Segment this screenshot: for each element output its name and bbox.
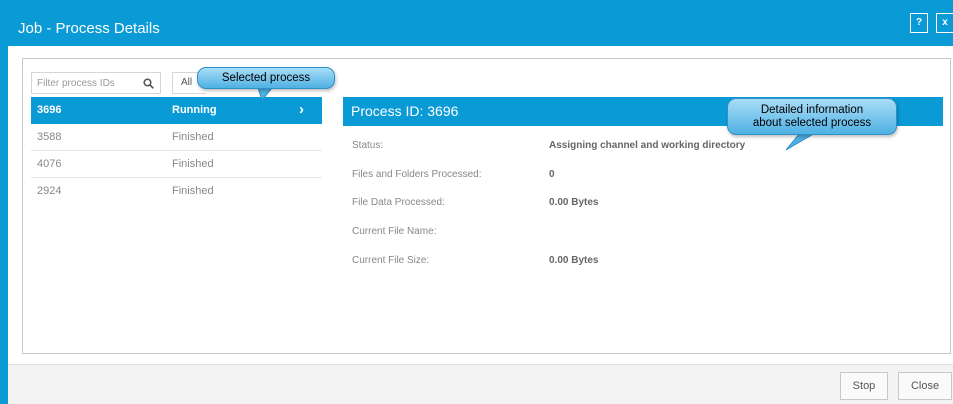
process-list: 3696 Running › 3588 Finished 4076 Finish… <box>31 97 322 205</box>
process-id: 2924 <box>37 185 62 197</box>
process-id: 3588 <box>37 131 62 143</box>
files-processed-value: 0 <box>549 169 555 180</box>
callout-detailed-info: Detailed information about selected proc… <box>727 98 897 135</box>
dialog-footer <box>8 364 953 404</box>
stop-button[interactable]: Stop <box>840 372 888 400</box>
left-accent-strip <box>0 0 8 404</box>
current-file-name-label: Current File Name: <box>352 226 437 237</box>
close-icon[interactable]: x <box>936 13 953 33</box>
close-button[interactable]: Close <box>898 372 952 400</box>
process-row[interactable]: 2924 Finished <box>31 178 322 205</box>
process-row[interactable]: 3588 Finished <box>31 124 322 151</box>
filter-input[interactable] <box>37 73 137 93</box>
process-row[interactable]: 4076 Finished <box>31 151 322 178</box>
current-file-size-value: 0.00 Bytes <box>549 255 599 266</box>
file-data-processed-value: 0.00 Bytes <box>549 197 599 208</box>
current-file-size-label: Current File Size: <box>352 255 430 266</box>
window-title: Job - Process Details <box>18 20 160 37</box>
process-status: Finished <box>172 158 214 170</box>
status-value: Assigning channel and working directory <box>549 140 746 151</box>
process-status: Running <box>172 104 217 116</box>
help-button[interactable]: ? <box>910 13 928 33</box>
title-bar: Job - Process Details ? x <box>8 0 953 46</box>
callout-detailed-line2: about selected process <box>752 117 872 129</box>
process-id: 3696 <box>37 104 62 116</box>
filter-box <box>31 72 161 94</box>
chevron-right-icon: › <box>299 101 304 118</box>
status-label: Status: <box>352 140 384 151</box>
process-row-selected[interactable]: 3696 Running › <box>31 97 322 124</box>
callout-detailed-line1: Detailed information <box>760 104 864 116</box>
search-icon[interactable] <box>143 78 154 89</box>
process-id: 4076 <box>37 158 62 170</box>
file-data-processed-label: File Data Processed: <box>352 197 445 208</box>
callout-selected-process: Selected process <box>197 67 335 89</box>
files-processed-label: Files and Folders Processed: <box>352 169 482 180</box>
process-status: Finished <box>172 131 214 143</box>
process-status: Finished <box>172 185 214 197</box>
